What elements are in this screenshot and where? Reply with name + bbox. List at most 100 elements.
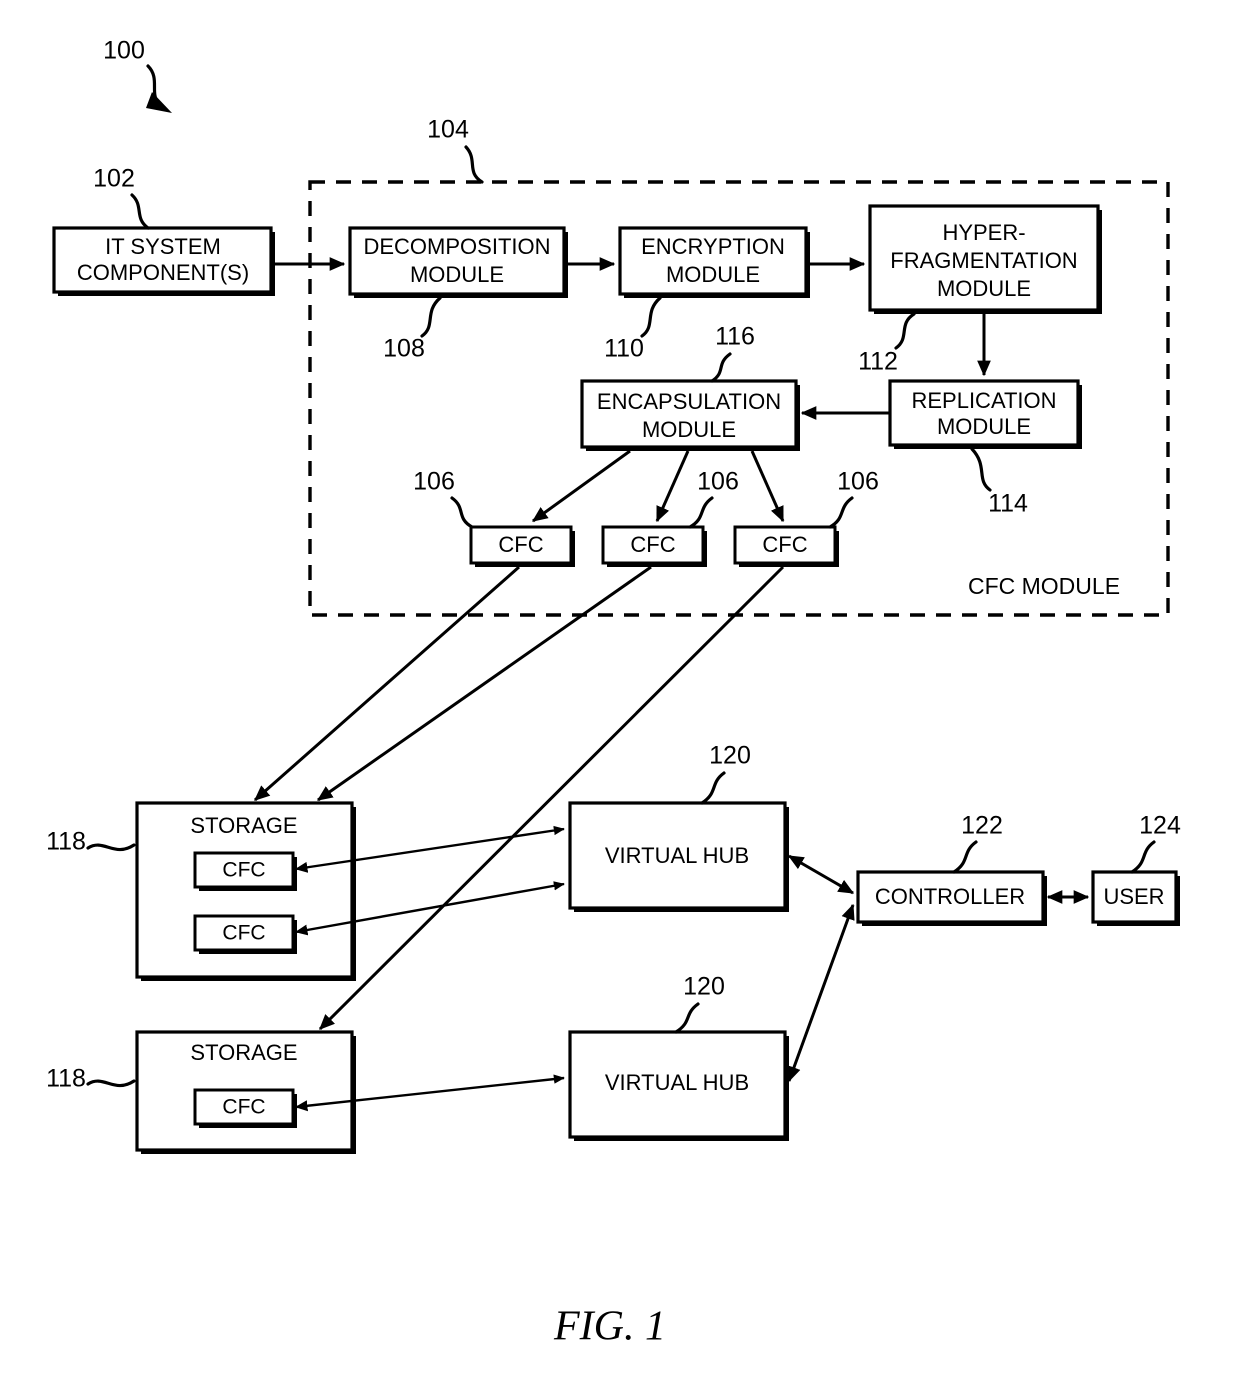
ref-label-118-a: 118 — [46, 828, 86, 856]
ref-label-112: 112 — [858, 348, 898, 376]
figure-caption: FIG. 1 — [553, 1304, 666, 1350]
ref-leader-106-c — [828, 496, 854, 529]
arrow-hub2-controller — [787, 903, 855, 1083]
node-storage-2[interactable]: STORAGE CFC — [135, 1030, 356, 1154]
node-encapsulation-module[interactable]: ENCAPSULATION MODULE — [580, 379, 800, 451]
ref-108-group: 108 — [383, 296, 442, 363]
hyperfrag-label-line3: MODULE — [937, 276, 1031, 301]
cfc-chip-1-label: CFC — [498, 532, 543, 557]
ref-label-122: 122 — [961, 812, 1003, 840]
storage-1-cfc-1-label: CFC — [222, 859, 265, 882]
arrow-encapsulation-to-cfc-1 — [531, 449, 631, 523]
virtual-hub-1-label: VIRTUAL HUB — [605, 843, 749, 868]
ref-124-group: 124 — [1130, 812, 1181, 874]
node-storage-1[interactable]: STORAGE CFC CFC — [135, 801, 356, 981]
ref-118-b-group: 118 — [46, 1065, 136, 1093]
ref-label-120-b: 120 — [683, 973, 725, 1001]
decomposition-label-line1: DECOMPOSITION — [363, 234, 550, 259]
node-decomposition-module[interactable]: DECOMPOSITION MODULE — [348, 226, 568, 298]
node-it-system-component[interactable]: IT SYSTEM COMPONENT(S) — [52, 226, 275, 296]
ref-label-104: 104 — [427, 116, 469, 144]
ref-label-118-b: 118 — [46, 1065, 86, 1093]
node-virtual-hub-2[interactable]: VIRTUAL HUB — [568, 1030, 789, 1141]
encryption-label-line1: ENCRYPTION — [641, 234, 785, 259]
ref-leader-118-a — [86, 843, 136, 852]
ref-106-c-group: 106 — [828, 468, 879, 529]
cfc-chip-3[interactable]: CFC — [733, 525, 839, 567]
controller-label: CONTROLLER — [875, 884, 1025, 909]
ref-label-120-a: 120 — [709, 742, 751, 770]
node-user[interactable]: USER — [1091, 870, 1180, 926]
arrow-cfc-2-to-storage-1 — [316, 565, 652, 802]
ref-leader-112 — [894, 312, 916, 350]
ref-104-group: 104 — [427, 116, 484, 184]
decomposition-label-line2: MODULE — [410, 262, 504, 287]
ref-label-100: 100 — [103, 37, 145, 65]
storage-2-label: STORAGE — [190, 1040, 297, 1065]
ref-102-group: 102 — [93, 165, 150, 230]
ref-120-b-group: 120 — [674, 973, 725, 1034]
ref-114-group: 114 — [970, 447, 1028, 518]
arrow-hub1-controller — [787, 854, 855, 895]
ref-leader-106-b — [688, 496, 714, 529]
encapsulation-label-line2: MODULE — [642, 417, 736, 442]
node-virtual-hub-1[interactable]: VIRTUAL HUB — [568, 801, 789, 912]
hyperfrag-label-line2: FRAGMENTATION — [890, 248, 1077, 273]
ref-label-108: 108 — [383, 335, 425, 363]
ref-label-106-a: 106 — [413, 468, 455, 496]
hyperfrag-label-line1: HYPER- — [942, 220, 1025, 245]
ref-106-a-group: 106 — [413, 468, 474, 529]
cfc-chip-2-label: CFC — [630, 532, 675, 557]
ref-label-124: 124 — [1139, 812, 1181, 840]
ref-leader-116 — [710, 352, 732, 383]
ref-118-a-group: 118 — [46, 828, 136, 856]
it-system-label-line2: COMPONENT(S) — [77, 260, 249, 285]
ref-leader-106-a — [450, 496, 474, 529]
ref-leader-114 — [970, 447, 992, 492]
ref-label-106-b: 106 — [697, 468, 739, 496]
ref-120-a-group: 120 — [700, 742, 751, 805]
figure-canvas: 100 CFC MODULE 104 IT SYSTEM COMPONENT(S… — [46, 37, 1181, 1350]
arrow-encapsulation-to-cfc-3 — [750, 450, 785, 523]
ref-label-116: 116 — [715, 323, 755, 351]
encapsulation-label-line1: ENCAPSULATION — [597, 389, 781, 414]
virtual-hub-2-label: VIRTUAL HUB — [605, 1070, 749, 1095]
arrow-cfc-1-to-storage-1 — [254, 565, 520, 802]
cfc-chip-2[interactable]: CFC — [601, 525, 707, 567]
cfc-chip-3-label: CFC — [762, 532, 807, 557]
ref-leader-110 — [640, 296, 662, 338]
arrow-encapsulation-to-cfc-2 — [655, 450, 690, 523]
node-encryption-module[interactable]: ENCRYPTION MODULE — [618, 226, 810, 298]
storage-1-cfc-2-label: CFC — [222, 922, 265, 945]
node-hyperfragmentation-module[interactable]: HYPER- FRAGMENTATION MODULE — [868, 204, 1102, 314]
node-controller[interactable]: CONTROLLER — [856, 870, 1047, 926]
ref-label-110: 110 — [604, 335, 644, 363]
storage-1-label: STORAGE — [190, 813, 297, 838]
ref-106-b-group: 106 — [688, 468, 739, 529]
storage-2-cfc-1-label: CFC — [222, 1096, 265, 1119]
cfc-chip-1[interactable]: CFC — [469, 525, 575, 567]
ref-112-group: 112 — [858, 312, 916, 376]
ref-leader-122 — [952, 840, 978, 874]
user-label: USER — [1103, 884, 1164, 909]
ref-leader-118-b — [86, 1079, 136, 1088]
ref-leader-124 — [1130, 840, 1156, 874]
ref-label-114: 114 — [988, 490, 1028, 518]
ref-leader-102 — [130, 193, 150, 230]
encryption-label-line2: MODULE — [666, 262, 760, 287]
ref-leader-120-a — [700, 771, 726, 805]
ref-label-102: 102 — [93, 165, 135, 193]
system-ref-100: 100 — [103, 37, 172, 113]
replication-label-line2: MODULE — [937, 414, 1031, 439]
patent-figure: 100 CFC MODULE 104 IT SYSTEM COMPONENT(S… — [0, 0, 1240, 1389]
ref-leader-120-b — [674, 1002, 700, 1034]
ref-arrowhead-100 — [146, 92, 172, 113]
ref-label-106-c: 106 — [837, 468, 879, 496]
node-replication-module[interactable]: REPLICATION MODULE — [888, 379, 1082, 449]
ref-110-group: 110 — [604, 296, 662, 363]
ref-leader-104 — [464, 145, 484, 184]
it-system-label-line1: IT SYSTEM — [105, 234, 221, 259]
ref-122-group: 122 — [952, 812, 1003, 874]
ref-leader-108 — [420, 296, 442, 338]
replication-label-line1: REPLICATION — [911, 388, 1056, 413]
